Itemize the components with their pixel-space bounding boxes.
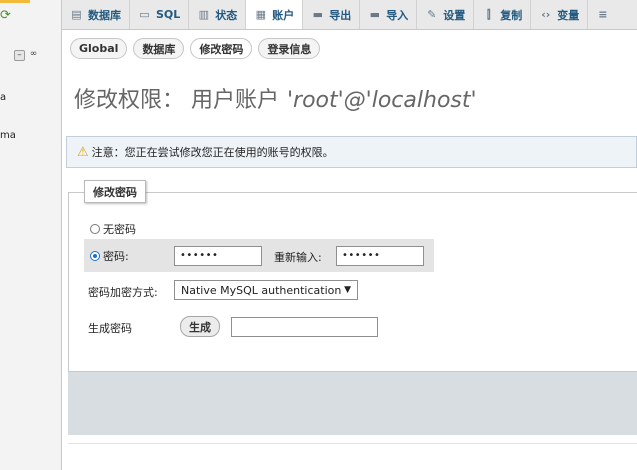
tab-replication[interactable]: ⫿ 复制	[474, 0, 532, 29]
tab-accounts[interactable]: ▦ 账户	[246, 0, 304, 29]
database-icon: ▤	[71, 8, 82, 21]
accounts-icon: ▦	[255, 8, 266, 21]
no-password-label: 无密码	[103, 223, 136, 236]
tab-more[interactable]: ≡	[588, 0, 617, 29]
settings-icon: ✎	[427, 8, 437, 21]
sql-icon: ▭	[139, 8, 150, 21]
server-tab-bar: ▤ 数据库 ▭ SQL ▥ 状态 ▦ 账户 ▬ 导出 ▬ 导入 ✎ 设置 ⫿ 复制 ‹› 变量 ≡	[62, 0, 637, 30]
tab-export[interactable]: ▬ 导出	[303, 0, 361, 29]
tree-item-truncated[interactable]: ma	[0, 130, 16, 141]
no-password-radio[interactable]	[90, 224, 100, 234]
import-icon: ▬	[369, 8, 380, 21]
hashing-label: 密码加密方式:	[88, 286, 158, 299]
status-icon: ▥	[198, 8, 209, 21]
variables-icon: ‹›	[541, 8, 551, 21]
account-name: 'root'@'localhost'	[287, 88, 477, 113]
page-title: 修改权限： 用户账户'root'@'localhost'	[74, 88, 477, 113]
reload-icon[interactable]: ⟳	[0, 9, 12, 22]
logo-strip	[0, 0, 30, 3]
generate-button[interactable]: 生成	[180, 316, 220, 337]
chevron-down-icon: ▼	[344, 285, 351, 295]
divider	[68, 443, 637, 444]
hashing-select[interactable]: Native MySQL authentication ▼	[174, 280, 358, 300]
generate-password-label: 生成密码	[88, 322, 132, 335]
link-icon[interactable]: ∞	[28, 50, 39, 61]
collapse-all-icon[interactable]: –	[14, 50, 25, 61]
subtab-global[interactable]: Global	[70, 38, 128, 59]
panel-footer	[68, 371, 637, 435]
warning-notice: ⚠ 注意：您正在尝试修改您正在使用的账号的权限。	[66, 136, 637, 168]
tab-status[interactable]: ▥ 状态	[189, 0, 247, 29]
warning-icon: ⚠	[77, 144, 89, 160]
password-radio[interactable]	[90, 250, 100, 261]
tab-variables[interactable]: ‹› 变量	[531, 0, 589, 29]
password-label: 密码:	[103, 249, 129, 263]
tab-import[interactable]: ▬ 导入	[360, 0, 418, 29]
subtab-change-password[interactable]: 修改密码	[190, 38, 253, 59]
subtab-database[interactable]: 数据库	[133, 38, 185, 59]
subtab-login-info[interactable]: 登录信息	[258, 38, 321, 59]
tab-databases[interactable]: ▤ 数据库	[62, 0, 130, 29]
tree-item-truncated[interactable]: a	[0, 92, 6, 103]
generated-password-input[interactable]	[231, 317, 378, 337]
no-password-row[interactable]: 无密码	[84, 219, 434, 239]
notice-text: 注意：您正在尝试修改您正在使用的账号的权限。	[91, 146, 334, 159]
tab-sql[interactable]: ▭ SQL	[130, 0, 190, 29]
account-subtabs: Global 数据库 修改密码 登录信息	[70, 38, 321, 59]
more-icon: ≡	[598, 8, 608, 21]
export-icon: ▬	[312, 8, 323, 21]
retype-label: 重新输入:	[274, 251, 322, 264]
replication-icon: ⫿	[487, 8, 491, 21]
password-input[interactable]: ••••••	[174, 246, 262, 266]
tab-settings[interactable]: ✎ 设置	[417, 0, 475, 29]
panel-legend: 修改密码	[84, 180, 146, 203]
left-navigation-panel: ⟳ – ∞ a ma	[0, 0, 62, 470]
retype-password-input[interactable]: ••••••	[336, 246, 424, 266]
